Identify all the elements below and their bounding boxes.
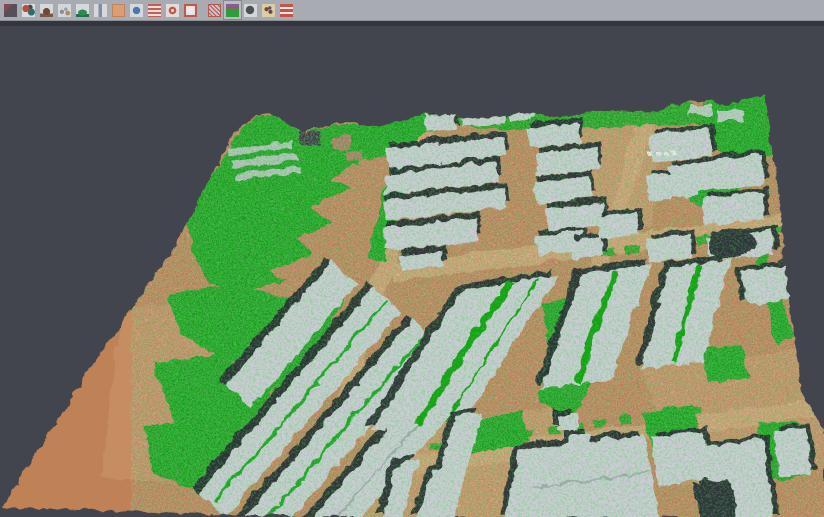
red-target-button[interactable] (164, 1, 181, 19)
classification-colors-icon (226, 4, 239, 17)
registration-pairs-icon (22, 4, 35, 17)
sparse-points-button[interactable] (56, 1, 73, 19)
orange-tile-icon (112, 4, 125, 17)
red-hatch-grid-button[interactable] (206, 1, 223, 19)
red-selection-brackets-icon (184, 4, 197, 17)
classification-colors-button[interactable] (224, 1, 241, 19)
red-target-icon (166, 4, 179, 17)
3d-viewport[interactable] (0, 26, 824, 517)
red-selection-button[interactable] (182, 1, 199, 19)
sparse-points-icon (58, 4, 71, 17)
terrain-hill-button[interactable] (38, 1, 55, 19)
terrain-hill-icon (40, 4, 53, 17)
globe-button[interactable] (128, 1, 145, 19)
registration-pairs-button[interactable] (20, 1, 37, 19)
point-cloud-icon (4, 4, 17, 17)
point-cloud-scene (0, 26, 824, 517)
red-list-button[interactable] (146, 1, 163, 19)
dark-sphere-icon (244, 4, 257, 17)
orange-tile-button[interactable] (110, 1, 127, 19)
profile-bar-button[interactable] (92, 1, 109, 19)
dark-sphere-button[interactable] (242, 1, 259, 19)
red-hatch-grid-icon (208, 4, 221, 17)
red-stripes-button[interactable] (278, 1, 295, 19)
yellow-notes-icon (262, 4, 275, 17)
globe-icon (130, 4, 143, 17)
red-stripes-icon (280, 4, 293, 17)
yellow-notes-button[interactable] (260, 1, 277, 19)
green-noise (130, 86, 824, 517)
red-list-icon (148, 4, 161, 17)
toolbar (0, 0, 824, 21)
green-terrain-icon (76, 4, 89, 17)
point-cloud-button[interactable] (2, 1, 19, 19)
green-terrain-button[interactable] (74, 1, 91, 19)
profile-bar-icon (94, 4, 107, 17)
